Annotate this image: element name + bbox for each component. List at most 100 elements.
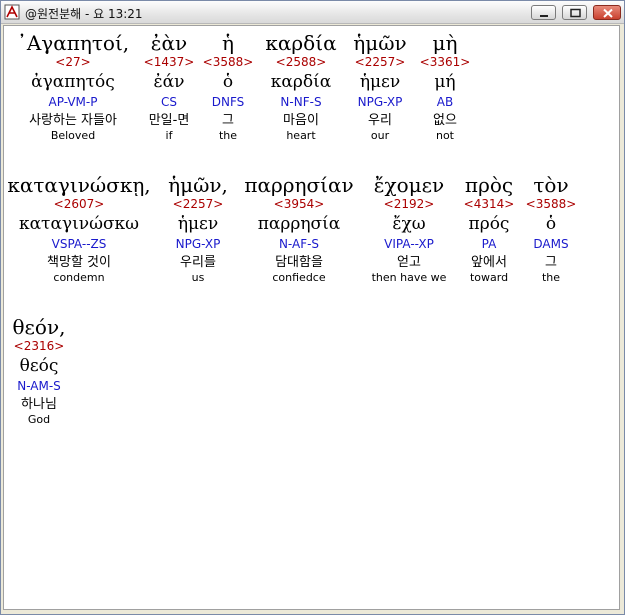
- greek-word: ἡ: [222, 31, 234, 55]
- lexical-form: ἀγαπητός: [31, 72, 115, 92]
- strong-number[interactable]: <2192>: [364, 197, 454, 211]
- word-block[interactable]: ᾿Αγαπητοί, <27> ἀγαπητός AP-VM-P 사랑하는 자들…: [6, 31, 140, 143]
- greek-word: ᾿Αγαπητοί,: [16, 31, 130, 55]
- minimize-icon: [540, 15, 548, 17]
- strong-number[interactable]: <4314>: [458, 197, 520, 211]
- lexical-form: καρδία: [270, 72, 332, 92]
- parsing-code: DNFS: [211, 95, 245, 109]
- korean-gloss: 앞에서: [471, 255, 507, 270]
- minimize-button[interactable]: [531, 5, 556, 20]
- korean-gloss: 담대함을: [275, 255, 323, 270]
- word-block[interactable]: θεόν, <2316> θεός N-AM-S 하나님 God: [6, 315, 72, 427]
- lexical-form: καταγινώσκω: [18, 214, 140, 234]
- korean-gloss: 만일-면: [148, 113, 190, 128]
- strong-number[interactable]: <3588>: [202, 55, 254, 69]
- english-gloss: heart: [286, 129, 316, 142]
- lexical-form: ἐάν: [153, 72, 185, 92]
- parsing-code: AB: [436, 95, 454, 109]
- english-gloss: our: [370, 129, 390, 142]
- strong-number[interactable]: <2257>: [160, 197, 236, 211]
- maximize-button[interactable]: [562, 5, 587, 20]
- greek-word: ἡμῶν: [353, 31, 407, 55]
- korean-gloss: 책망할 것이: [47, 255, 111, 270]
- greek-word: ἐὰν: [150, 31, 188, 55]
- title-bar[interactable]: @원전분해 - 요 13:21: [1, 1, 624, 24]
- close-button[interactable]: [593, 5, 621, 20]
- parsing-code: VSPA--ZS: [51, 237, 107, 251]
- greek-word: θεόν,: [12, 315, 66, 339]
- english-gloss: Beloved: [50, 129, 96, 142]
- greek-word: τὸν: [533, 173, 569, 197]
- parsing-code: N-NF-S: [280, 95, 322, 109]
- word-block[interactable]: τὸν <3588> ὁ DAMS 그 the: [524, 173, 578, 285]
- lexical-form: ὁ: [545, 214, 557, 234]
- korean-gloss: 그: [545, 255, 557, 270]
- english-gloss: confiedce: [272, 271, 326, 284]
- korean-gloss: 하나님: [21, 397, 57, 412]
- greek-word: ἡμῶν,: [168, 173, 228, 197]
- korean-gloss: 얻고: [397, 255, 421, 270]
- word-block[interactable]: ἐὰν <1437> ἐάν CS 만일-면 if: [139, 31, 199, 143]
- lexical-form: μή: [434, 72, 456, 92]
- word-block[interactable]: ἡμῶν <2257> ἡμεν NPG-XP 우리 our: [346, 31, 414, 143]
- strong-number[interactable]: <3954>: [240, 197, 358, 211]
- word-block[interactable]: παρρησίαν <3954> παρρησία N-AF-S 담대함을 co…: [240, 173, 358, 285]
- english-gloss: if: [165, 129, 173, 142]
- english-gloss: then have we: [371, 271, 447, 284]
- english-gloss: not: [435, 129, 454, 142]
- lexical-form: ἔχω: [392, 214, 426, 234]
- lexical-form: ὁ: [222, 72, 234, 92]
- strong-number[interactable]: <3588>: [524, 197, 578, 211]
- strong-number[interactable]: <2257>: [346, 55, 414, 69]
- parsing-code: DAMS: [533, 237, 569, 251]
- greek-word: παρρησίαν: [244, 173, 354, 197]
- lexical-form: πρός: [468, 214, 510, 234]
- korean-gloss: 마음이: [283, 113, 319, 128]
- parsing-code: N-AM-S: [17, 379, 61, 393]
- parsing-code: VIPA--XP: [384, 237, 434, 251]
- english-gloss: us: [191, 271, 205, 284]
- strong-number[interactable]: <27>: [6, 55, 140, 69]
- korean-gloss: 사랑하는 자들아: [29, 113, 117, 128]
- english-gloss: condemn: [53, 271, 105, 284]
- parsing-code: NPG-XP: [175, 237, 221, 251]
- korean-gloss: 그: [222, 113, 234, 128]
- greek-word: καταγινώσκῃ,: [7, 173, 151, 197]
- word-block[interactable]: ἡμῶν, <2257> ἡμεν NPG-XP 우리를 us: [160, 173, 236, 285]
- word-block[interactable]: καρδία <2588> καρδία N-NF-S 마음이 heart: [258, 31, 344, 143]
- greek-word: πρὸς: [464, 173, 514, 197]
- korean-gloss: 우리: [368, 113, 392, 128]
- greek-word: ἔχομεν: [373, 173, 445, 197]
- close-icon: [603, 8, 613, 18]
- word-block[interactable]: ἡ <3588> ὁ DNFS 그 the: [202, 31, 254, 143]
- strong-number[interactable]: <1437>: [139, 55, 199, 69]
- word-block[interactable]: πρὸς <4314> πρός PA 앞에서 toward: [458, 173, 520, 285]
- window-title: @원전분해 - 요 13:21: [25, 7, 143, 21]
- parsing-code: NPG-XP: [357, 95, 403, 109]
- lexical-form: ἡμεν: [359, 72, 401, 92]
- strong-number[interactable]: <2607>: [6, 197, 152, 211]
- strong-number[interactable]: <2316>: [6, 339, 72, 353]
- word-block[interactable]: μὴ <3361> μή AB 없으 not: [416, 31, 474, 143]
- analysis-pane[interactable]: ᾿Αγαπητοί, <27> ἀγαπητός AP-VM-P 사랑하는 자들…: [3, 25, 620, 610]
- parsing-code: CS: [161, 95, 177, 109]
- greek-word: καρδία: [265, 31, 337, 55]
- lexical-form: ἡμεν: [177, 214, 219, 234]
- word-block[interactable]: καταγινώσκῃ, <2607> καταγινώσκω VSPA--ZS…: [6, 173, 152, 285]
- lexical-form: θεός: [19, 356, 59, 376]
- english-gloss: toward: [469, 271, 509, 284]
- strong-number[interactable]: <3361>: [416, 55, 474, 69]
- word-block[interactable]: ἔχομεν <2192> ἔχω VIPA--XP 얻고 then have …: [364, 173, 454, 285]
- parsing-code: AP-VM-P: [48, 95, 98, 109]
- app-icon: [4, 4, 20, 20]
- greek-word: μὴ: [432, 31, 458, 55]
- maximize-icon: [570, 8, 581, 18]
- parsing-code: N-AF-S: [278, 237, 320, 251]
- english-gloss: the: [541, 271, 561, 284]
- korean-gloss: 우리를: [180, 255, 216, 270]
- english-gloss: the: [218, 129, 238, 142]
- english-gloss: God: [27, 413, 51, 426]
- lexical-form: παρρησία: [257, 214, 341, 234]
- parsing-code: PA: [481, 237, 497, 251]
- strong-number[interactable]: <2588>: [258, 55, 344, 69]
